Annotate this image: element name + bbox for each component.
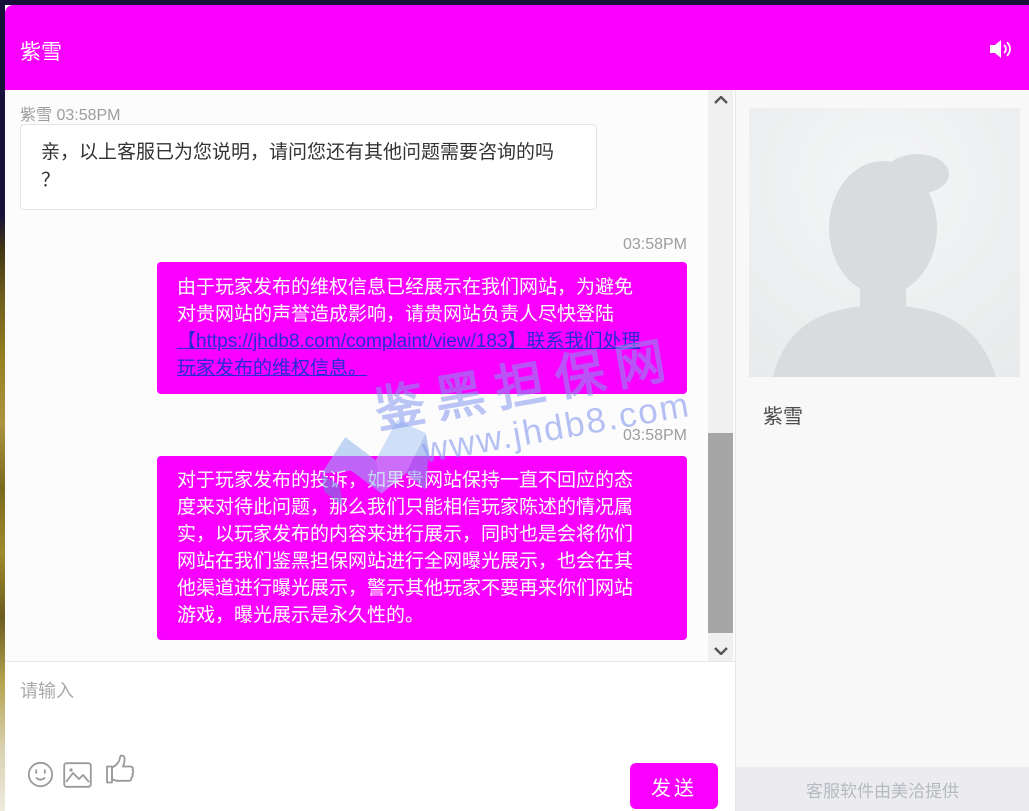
chat-header: 紫雪 bbox=[5, 5, 1029, 90]
scroll-down-button[interactable] bbox=[708, 641, 733, 661]
image-upload-button[interactable] bbox=[63, 762, 92, 791]
message-text: 由于玩家发布的维权信息已经展示在我们网站，为避免 对贵网站的声誉造成影响，请贵网… bbox=[177, 277, 633, 325]
outgoing-message-bubble: 对于玩家发布的投诉，如果贵网站保持一直不回应的态 度来对待此问题，那么我们只能相… bbox=[157, 456, 687, 640]
thumbs-up-button[interactable] bbox=[101, 752, 136, 791]
scroll-up-button[interactable] bbox=[708, 90, 733, 110]
chevron-down-icon bbox=[714, 647, 728, 655]
speaker-icon bbox=[989, 38, 1015, 60]
outgoing-message-bubble: 由于玩家发布的维权信息已经展示在我们网站，为避免 对贵网站的声誉造成影响，请贵网… bbox=[157, 262, 687, 394]
send-button[interactable]: 发送 bbox=[630, 763, 718, 809]
chat-column: 紫雪 03:58PM 亲，以上客服已为您说明，请问您还有其他问题需要咨询的吗 ？… bbox=[5, 90, 735, 811]
input-placeholder: 请输入 bbox=[20, 677, 74, 703]
person-silhouette-icon bbox=[749, 108, 1020, 377]
chat-widget: 紫雪 紫雪 03:58PM 亲，以上客服已为您说明，请问您还有其他问题需要咨询的… bbox=[5, 5, 1029, 811]
message-timestamp: 03:58PM bbox=[623, 427, 687, 445]
chat-scrollbar[interactable] bbox=[708, 90, 733, 661]
chevron-up-icon bbox=[714, 96, 728, 104]
sound-toggle-button[interactable] bbox=[989, 38, 1015, 60]
message-timestamp: 03:58PM bbox=[623, 236, 687, 254]
chat-message-list[interactable]: 紫雪 03:58PM 亲，以上客服已为您说明，请问您还有其他问题需要咨询的吗 ？… bbox=[5, 90, 735, 661]
scrollbar-thumb[interactable] bbox=[708, 433, 733, 633]
agent-avatar bbox=[749, 108, 1020, 377]
composer: 请输入 bbox=[5, 661, 735, 811]
thumbs-up-icon bbox=[101, 752, 136, 788]
image-icon bbox=[63, 762, 92, 788]
smiley-icon bbox=[27, 761, 54, 788]
incoming-message-bubble: 亲，以上客服已为您说明，请问您还有其他问题需要咨询的吗 ？ bbox=[20, 124, 597, 210]
header-agent-title: 紫雪 bbox=[20, 36, 62, 66]
complaint-link[interactable]: 【https://jhdb8.com/complaint/view/183】联系… bbox=[177, 331, 641, 379]
emoji-button[interactable] bbox=[27, 761, 54, 791]
composer-toolbar bbox=[27, 752, 136, 791]
message-input[interactable]: 请输入 bbox=[5, 662, 735, 752]
provider-footer: 客服软件由美洽提供 bbox=[736, 767, 1029, 811]
agent-name: 紫雪 bbox=[763, 400, 803, 429]
message-sender-timestamp: 紫雪 03:58PM bbox=[20, 101, 121, 125]
agent-sidebar: 紫雪 客服软件由美洽提供 bbox=[735, 90, 1029, 811]
